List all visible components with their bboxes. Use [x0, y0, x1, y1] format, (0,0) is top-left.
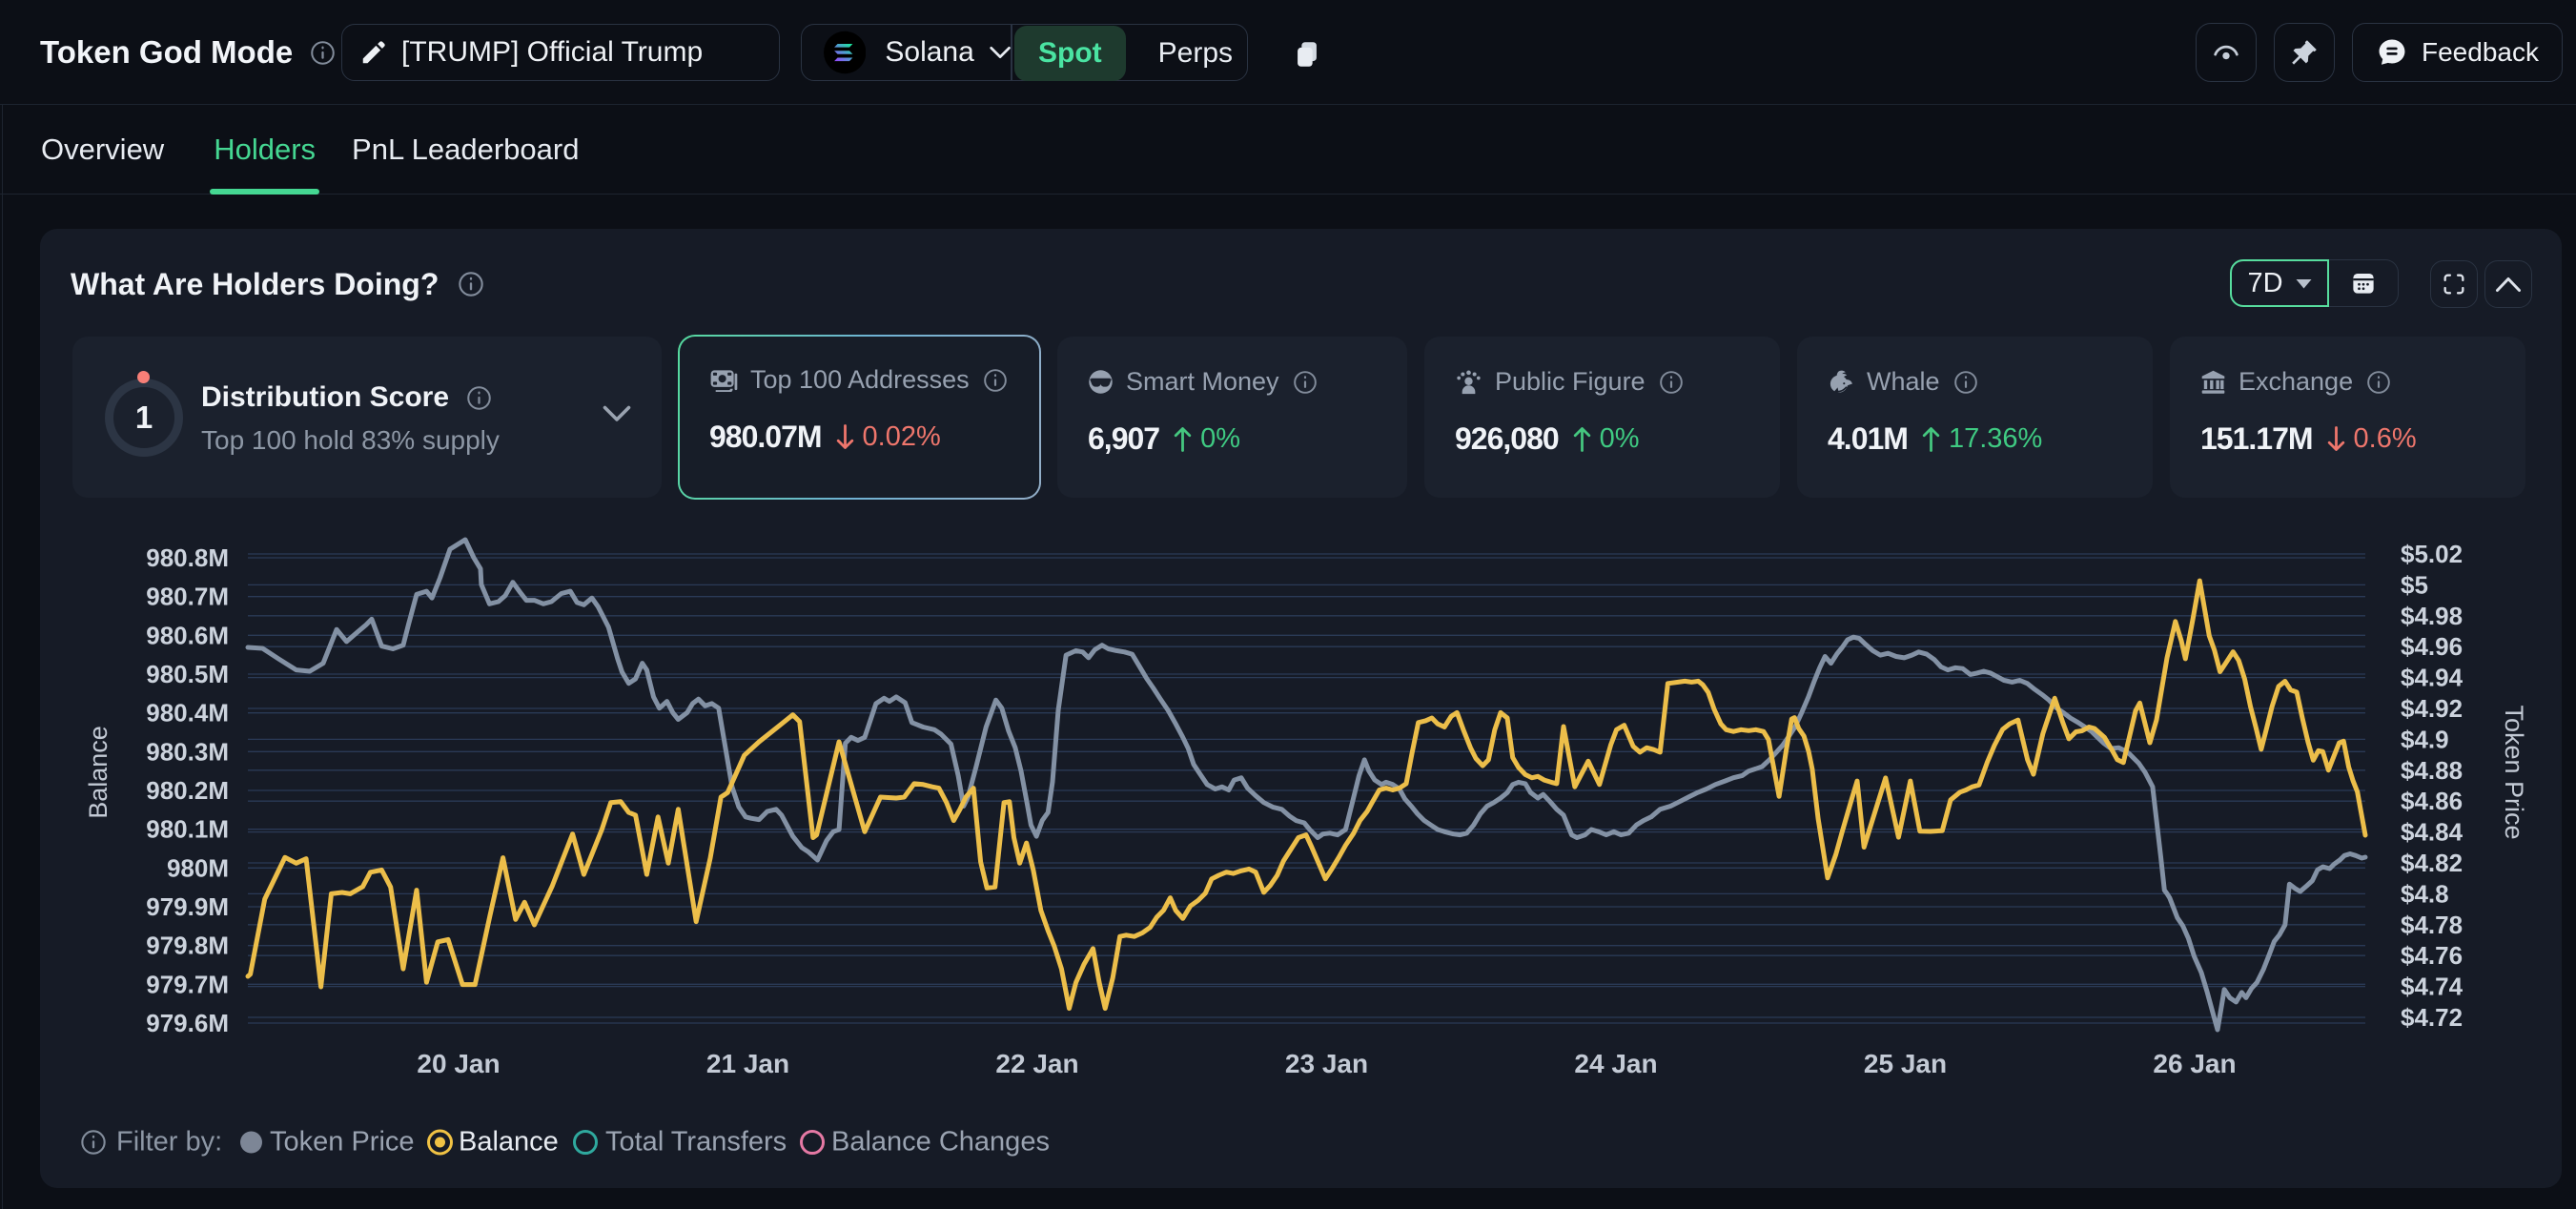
- svg-text:Token Price: Token Price: [2500, 705, 2528, 839]
- svg-text:980.5M: 980.5M: [146, 660, 229, 688]
- svg-text:$4.88: $4.88: [2401, 756, 2463, 785]
- svg-text:$4.94: $4.94: [2401, 664, 2464, 692]
- svg-text:980.1M: 980.1M: [146, 815, 229, 844]
- svg-text:979.9M: 979.9M: [146, 892, 229, 921]
- svg-text:980.6M: 980.6M: [146, 621, 229, 649]
- svg-text:$4.8: $4.8: [2401, 879, 2449, 908]
- svg-text:980.3M: 980.3M: [146, 737, 229, 766]
- svg-text:$4.86: $4.86: [2401, 787, 2463, 815]
- svg-text:20 Jan: 20 Jan: [417, 1049, 500, 1078]
- svg-text:26 Jan: 26 Jan: [2153, 1049, 2236, 1078]
- svg-text:$5: $5: [2401, 570, 2428, 599]
- svg-text:24 Jan: 24 Jan: [1574, 1049, 1657, 1078]
- svg-text:979.6M: 979.6M: [146, 1009, 229, 1037]
- svg-text:$4.82: $4.82: [2401, 849, 2463, 877]
- svg-text:$5.02: $5.02: [2401, 540, 2463, 568]
- svg-text:21 Jan: 21 Jan: [706, 1049, 789, 1078]
- svg-text:980.4M: 980.4M: [146, 699, 229, 727]
- svg-text:979.7M: 979.7M: [146, 970, 229, 998]
- svg-text:$4.9: $4.9: [2401, 725, 2449, 753]
- svg-text:$4.92: $4.92: [2401, 694, 2463, 723]
- svg-text:$4.98: $4.98: [2401, 602, 2463, 630]
- svg-text:$4.96: $4.96: [2401, 632, 2463, 661]
- svg-text:$4.76: $4.76: [2401, 941, 2463, 970]
- svg-text:22 Jan: 22 Jan: [995, 1049, 1078, 1078]
- svg-text:$4.78: $4.78: [2401, 911, 2463, 939]
- svg-text:23 Jan: 23 Jan: [1285, 1049, 1368, 1078]
- svg-text:980.8M: 980.8M: [146, 543, 229, 572]
- svg-text:Balance: Balance: [84, 726, 112, 819]
- svg-text:$4.72: $4.72: [2401, 1003, 2463, 1032]
- svg-text:980.2M: 980.2M: [146, 776, 229, 805]
- svg-text:25 Jan: 25 Jan: [1864, 1049, 1947, 1078]
- svg-text:980.7M: 980.7M: [146, 583, 229, 611]
- svg-text:980M: 980M: [167, 853, 229, 882]
- svg-text:979.8M: 979.8M: [146, 932, 229, 960]
- svg-text:$4.84: $4.84: [2401, 818, 2464, 847]
- svg-text:$4.74: $4.74: [2401, 973, 2464, 1001]
